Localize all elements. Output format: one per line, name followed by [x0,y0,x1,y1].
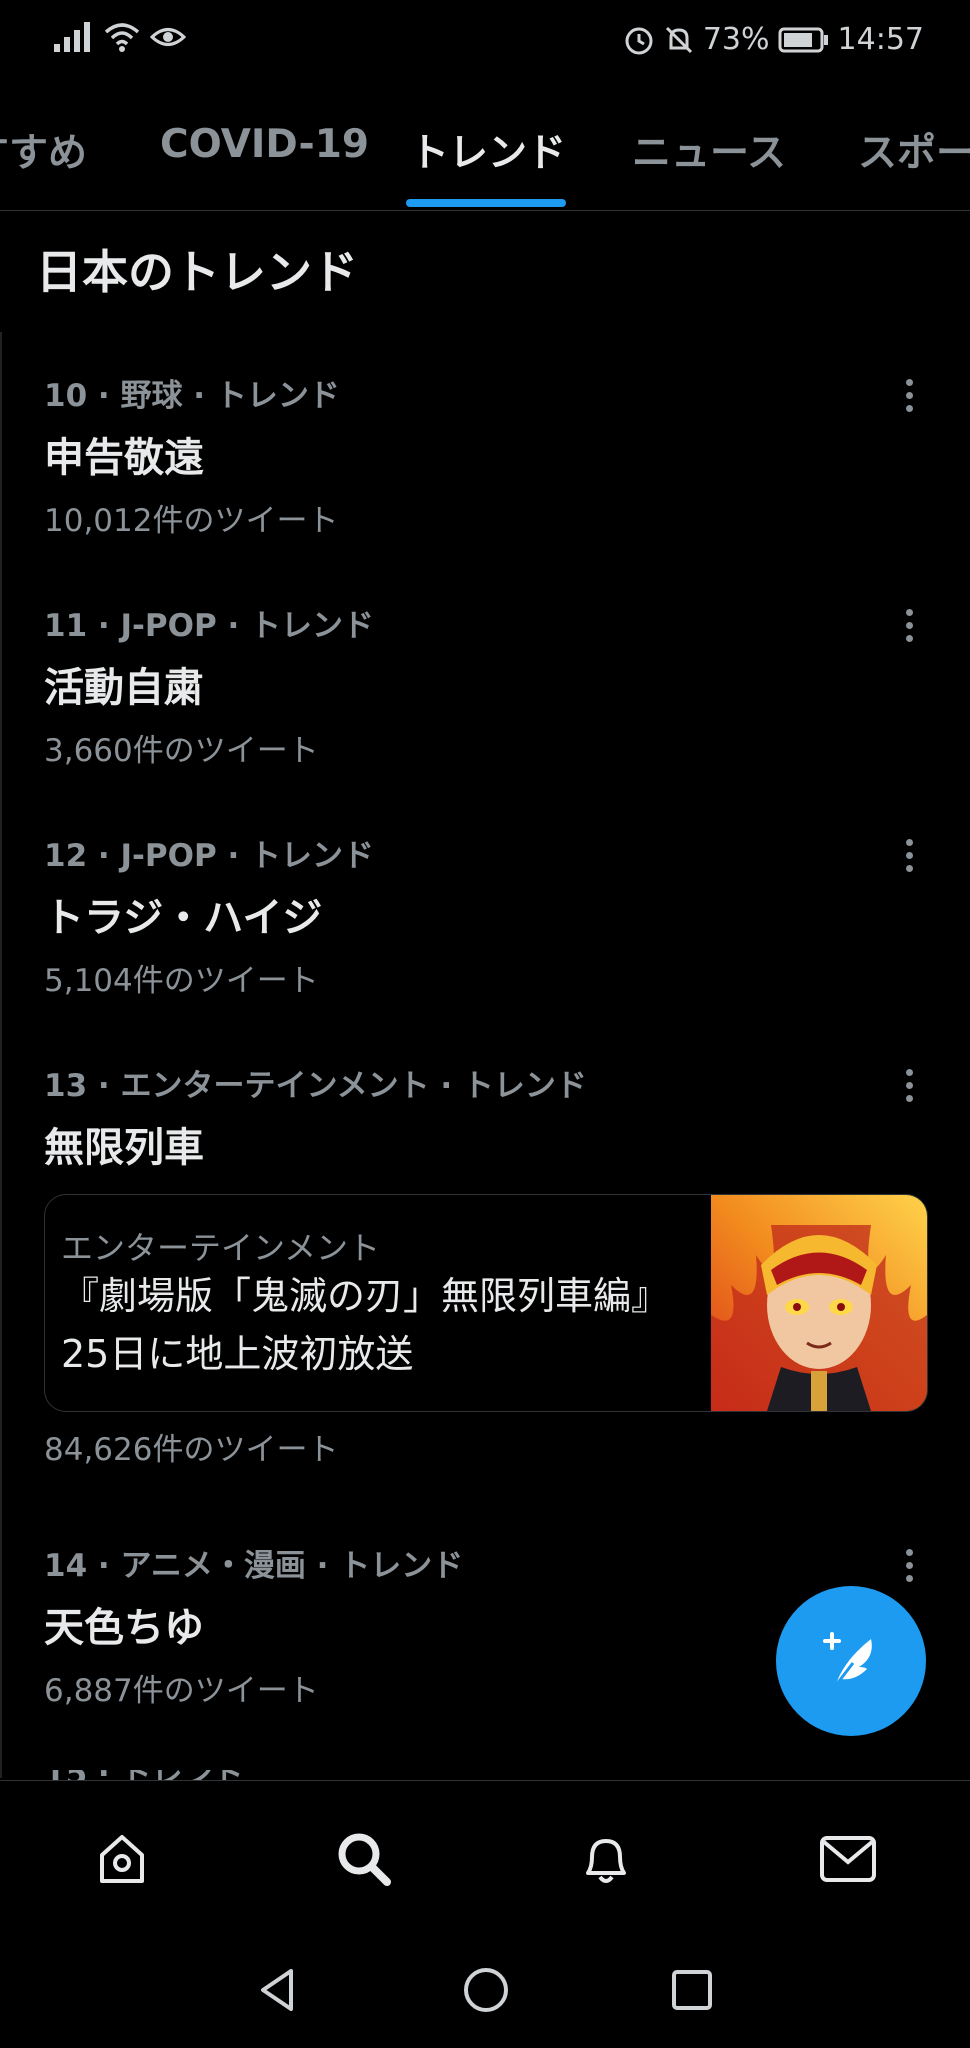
bell-off-icon [665,26,692,53]
trend-item[interactable]: 11 · J-POP · トレンド 活動自粛 3,660件のツイート [44,600,924,770]
status-left [54,22,186,52]
trend-meta: 12 · J-POP · トレンド [44,838,375,874]
trend-item[interactable]: 10 · 野球 · トレンド 申告敬遠 10,012件のツイート [44,370,924,540]
more-options-icon[interactable] [894,1060,924,1110]
news-card[interactable]: エンターテインメント 『劇場版「鬼滅の刃」無限列車編』 25日に地上波初放送 [44,1194,928,1412]
compose-feather-icon [823,1632,872,1690]
trend-name: 活動自粛 [44,665,204,711]
eye-icon [150,28,186,46]
tab-recommended[interactable]: すすめ [0,122,87,178]
divider [0,332,2,1778]
trend-name: 申告敬遠 [44,435,204,481]
battery-percent: 73% [702,22,770,57]
more-options-icon[interactable] [894,600,924,650]
tweet-count: 5,104件のツイート [44,963,319,999]
tab-trends[interactable]: トレンド [410,122,566,178]
compose-tweet-button[interactable] [776,1586,926,1736]
tab-news[interactable]: ニュース [632,122,786,178]
tab-sports[interactable]: スポーツ [858,122,970,178]
alarm-icon [625,27,653,54]
tweet-count: 10,012件のツイート [44,503,339,539]
notifications-bell-icon[interactable] [576,1829,636,1889]
back-icon[interactable] [248,1960,308,2020]
trend-item[interactable]: 12 · J-POP · トレンド トラジ・ハイジ 5,104件のツイート [44,830,924,1000]
active-tab-indicator [406,199,566,207]
trend-name: 無限列車 [44,1125,204,1171]
news-thumbnail [711,1195,927,1411]
trend-meta: 13 · エンターテインメント · トレンド [44,1068,587,1104]
signal-icon [54,22,90,52]
explore-tabs: すすめ COVID-19 トレンド ニュース スポーツ [0,98,970,211]
search-icon[interactable] [334,1829,394,1889]
more-options-icon[interactable] [894,370,924,420]
tweet-count: 3,660件のツイート [44,733,319,769]
more-options-icon[interactable] [894,1540,924,1590]
home-icon[interactable] [92,1829,152,1889]
clock-time: 14:57 [837,22,924,57]
bottom-nav [0,1780,970,1933]
battery-icon [778,27,828,52]
trend-meta: 10 · 野球 · トレンド [44,378,340,414]
messages-envelope-icon[interactable] [818,1829,878,1889]
trend-item[interactable]: 13 · エンターテインメント · トレンド 無限列車 [44,1060,924,1173]
news-category: エンターテインメント [61,1229,381,1267]
tweet-count: 84,626件のツイート [44,1432,339,1468]
system-nav-bar [0,1932,970,2048]
status-right: 73% 14:57 [623,22,924,57]
section-title: 日本のトレンド [36,245,358,299]
recents-square-icon[interactable] [662,1960,722,2020]
trend-meta: 11 · J-POP · トレンド [44,608,375,644]
trend-meta: 14 · アニメ・漫画 · トレンド [44,1548,464,1584]
wifi-icon [104,23,140,52]
news-title: 『劇場版「鬼滅の刃」無限列車編』 25日に地上波初放送 [61,1274,670,1376]
tab-covid19[interactable]: COVID-19 [160,122,369,167]
trend-name: トラジ・ハイジ [44,895,323,941]
status-bar: 73% 14:57 [0,0,970,84]
home-circle-icon[interactable] [456,1960,516,2020]
more-options-icon[interactable] [894,830,924,880]
